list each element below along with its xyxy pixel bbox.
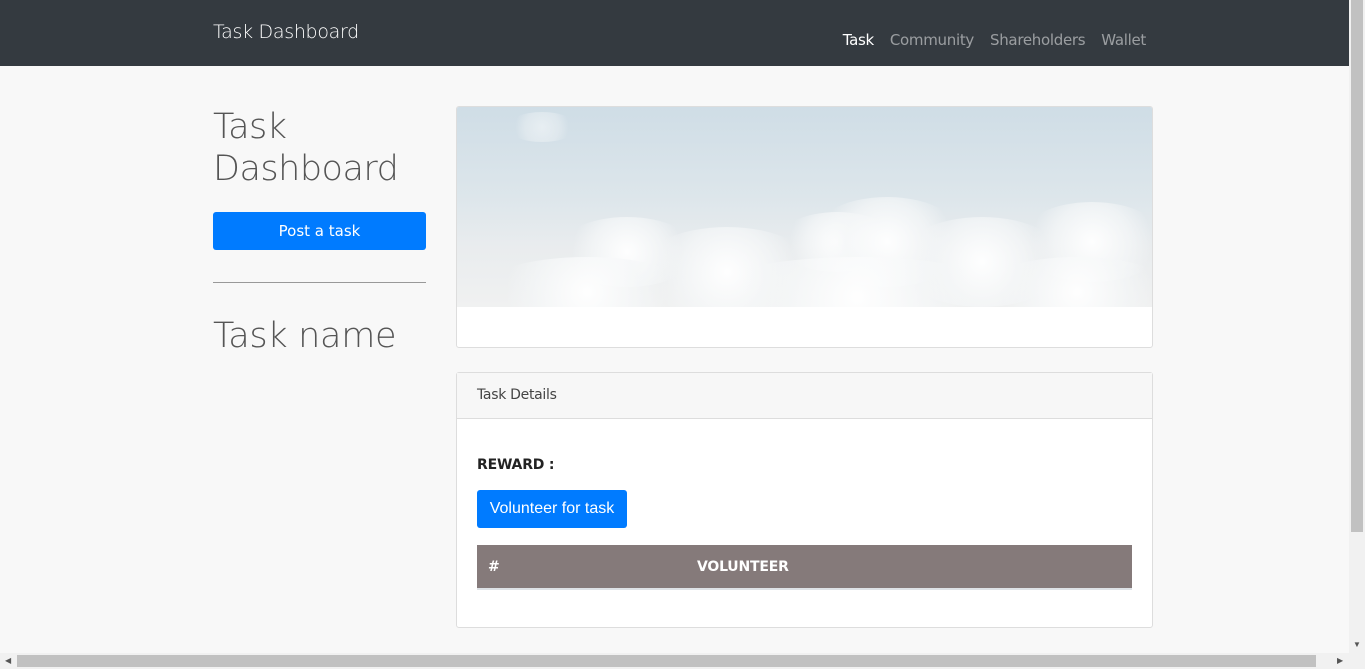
table-header-row: # VOLUNTEER [477, 545, 1132, 590]
nav-link-community[interactable]: Community [890, 31, 974, 49]
reward-label: REWARD : [477, 457, 555, 473]
vertical-scroll-thumb[interactable] [1351, 0, 1363, 532]
sidebar: Task Dashboard Post a task Task name [213, 106, 426, 356]
post-task-button[interactable]: Post a task [213, 212, 426, 250]
horizontal-scroll-thumb[interactable] [17, 655, 1316, 667]
scroll-left-arrow-icon[interactable]: ◀ [5, 656, 11, 665]
nav-link-task[interactable]: Task [843, 31, 874, 49]
column-header-volunteer: VOLUNTEER [697, 545, 1132, 590]
nav-link-wallet[interactable]: Wallet [1101, 31, 1146, 49]
task-image-card [456, 106, 1153, 348]
volunteer-button[interactable]: Volunteer for task [477, 490, 627, 528]
nav-link-shareholders[interactable]: Shareholders [990, 31, 1086, 49]
vertical-scrollbar[interactable]: ▼ [1349, 0, 1365, 653]
page-title-line2: Dashboard [213, 149, 399, 189]
column-header-number: # [477, 545, 697, 590]
nav-links: Task Community Shareholders Wallet [843, 31, 1147, 49]
volunteer-table: # VOLUNTEER [477, 545, 1132, 590]
navbar: Task Dashboard Task Community Shareholde… [0, 0, 1349, 66]
scroll-down-arrow-icon[interactable]: ▼ [1353, 640, 1361, 649]
task-name-heading: Task name [213, 316, 397, 356]
page-title: Task Dashboard [213, 106, 426, 190]
sky-clouds-image [457, 107, 1152, 307]
sidebar-divider [213, 282, 426, 283]
horizontal-scrollbar[interactable]: ◀ ▶ [0, 653, 1365, 669]
task-details-card: Task Details REWARD : Volunteer for task… [456, 372, 1153, 628]
scroll-right-arrow-icon[interactable]: ▶ [1337, 656, 1343, 665]
navbar-brand[interactable]: Task Dashboard [213, 21, 359, 43]
page-title-line1: Task [213, 107, 287, 147]
task-details-header: Task Details [457, 373, 1152, 419]
